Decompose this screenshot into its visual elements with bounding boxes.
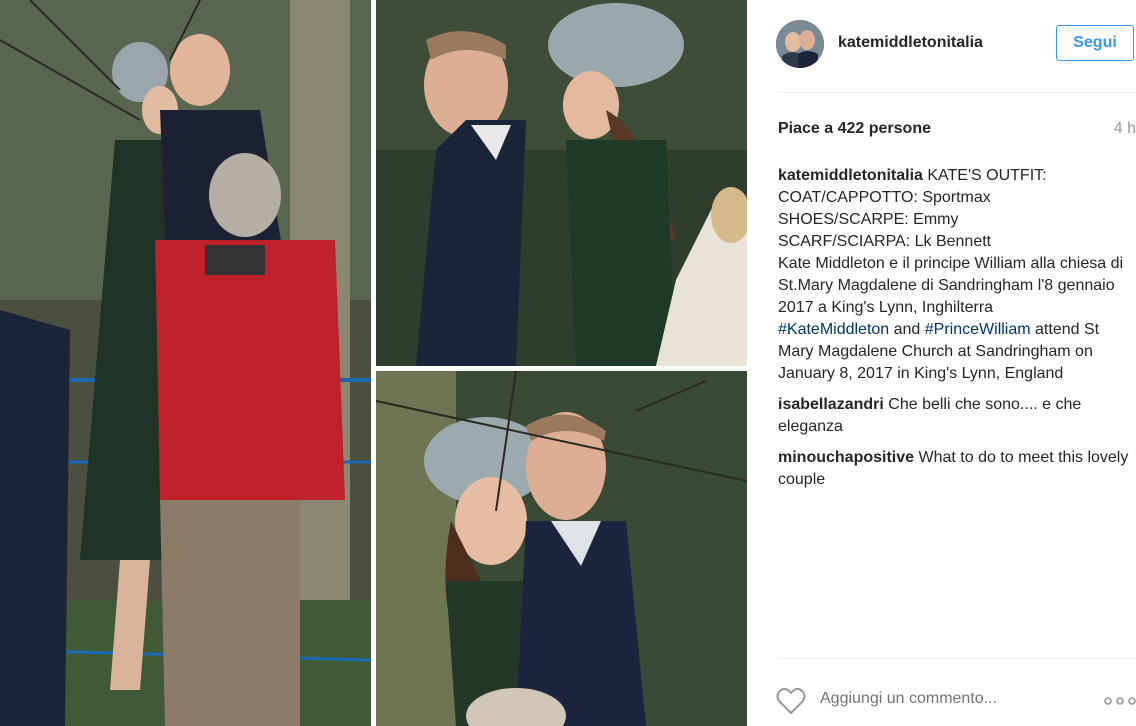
heart-icon[interactable] [776, 687, 806, 715]
caption: katemiddletonitalia KATE'S OUTFIT: COAT/… [778, 165, 1136, 385]
header-username[interactable]: katemiddletonitalia [838, 34, 983, 52]
comment-username[interactable]: minouchapositive [778, 449, 914, 466]
post-time[interactable]: 4 h [1114, 120, 1136, 138]
caption-username[interactable]: katemiddletonitalia [778, 167, 923, 184]
caption-line-coat: COAT/CAPPOTTO: Sportmax [778, 189, 991, 206]
instagram-post: katemiddletonitalia Segui Piace a 422 pe… [0, 0, 1136, 726]
caption-line-shoes: SHOES/SCARPE: Emmy [778, 211, 959, 228]
comments-list: katemiddletonitalia KATE'S OUTFIT: COAT/… [778, 165, 1136, 500]
comment-item: minouchapositive What to do to meet this… [778, 447, 1136, 491]
more-options-icon[interactable] [1104, 694, 1136, 708]
caption-line-outfit: KATE'S OUTFIT: [927, 167, 1047, 184]
hashtag-princewilliam[interactable]: #PrinceWilliam [925, 321, 1031, 338]
caption-and: and [889, 321, 925, 338]
comment-username[interactable]: isabellazandri [778, 396, 884, 413]
photo-left[interactable] [0, 0, 371, 726]
hashtag-katemiddleton[interactable]: #KateMiddleton [778, 321, 889, 338]
header-divider [778, 92, 1136, 93]
follow-button[interactable]: Segui [1056, 25, 1134, 61]
photo-collage [0, 0, 747, 726]
photo-top-right[interactable] [376, 0, 747, 366]
caption-line-italian: Kate Middleton e il principe William all… [778, 255, 1124, 316]
avatar[interactable] [776, 20, 824, 68]
post-details-panel: katemiddletonitalia Segui Piace a 422 pe… [748, 0, 1136, 726]
post-header: katemiddletonitalia Segui [748, 0, 1136, 92]
actions-divider [778, 658, 1136, 659]
add-comment-input[interactable] [820, 690, 1040, 708]
photo-bottom-right[interactable] [376, 371, 747, 726]
comment-item: isabellazandri Che belli che sono.... e … [778, 394, 1136, 438]
likes-count[interactable]: Piace a 422 persone [778, 120, 931, 138]
caption-line-scarf: SCARF/SCIARPA: Lk Bennett [778, 233, 992, 250]
